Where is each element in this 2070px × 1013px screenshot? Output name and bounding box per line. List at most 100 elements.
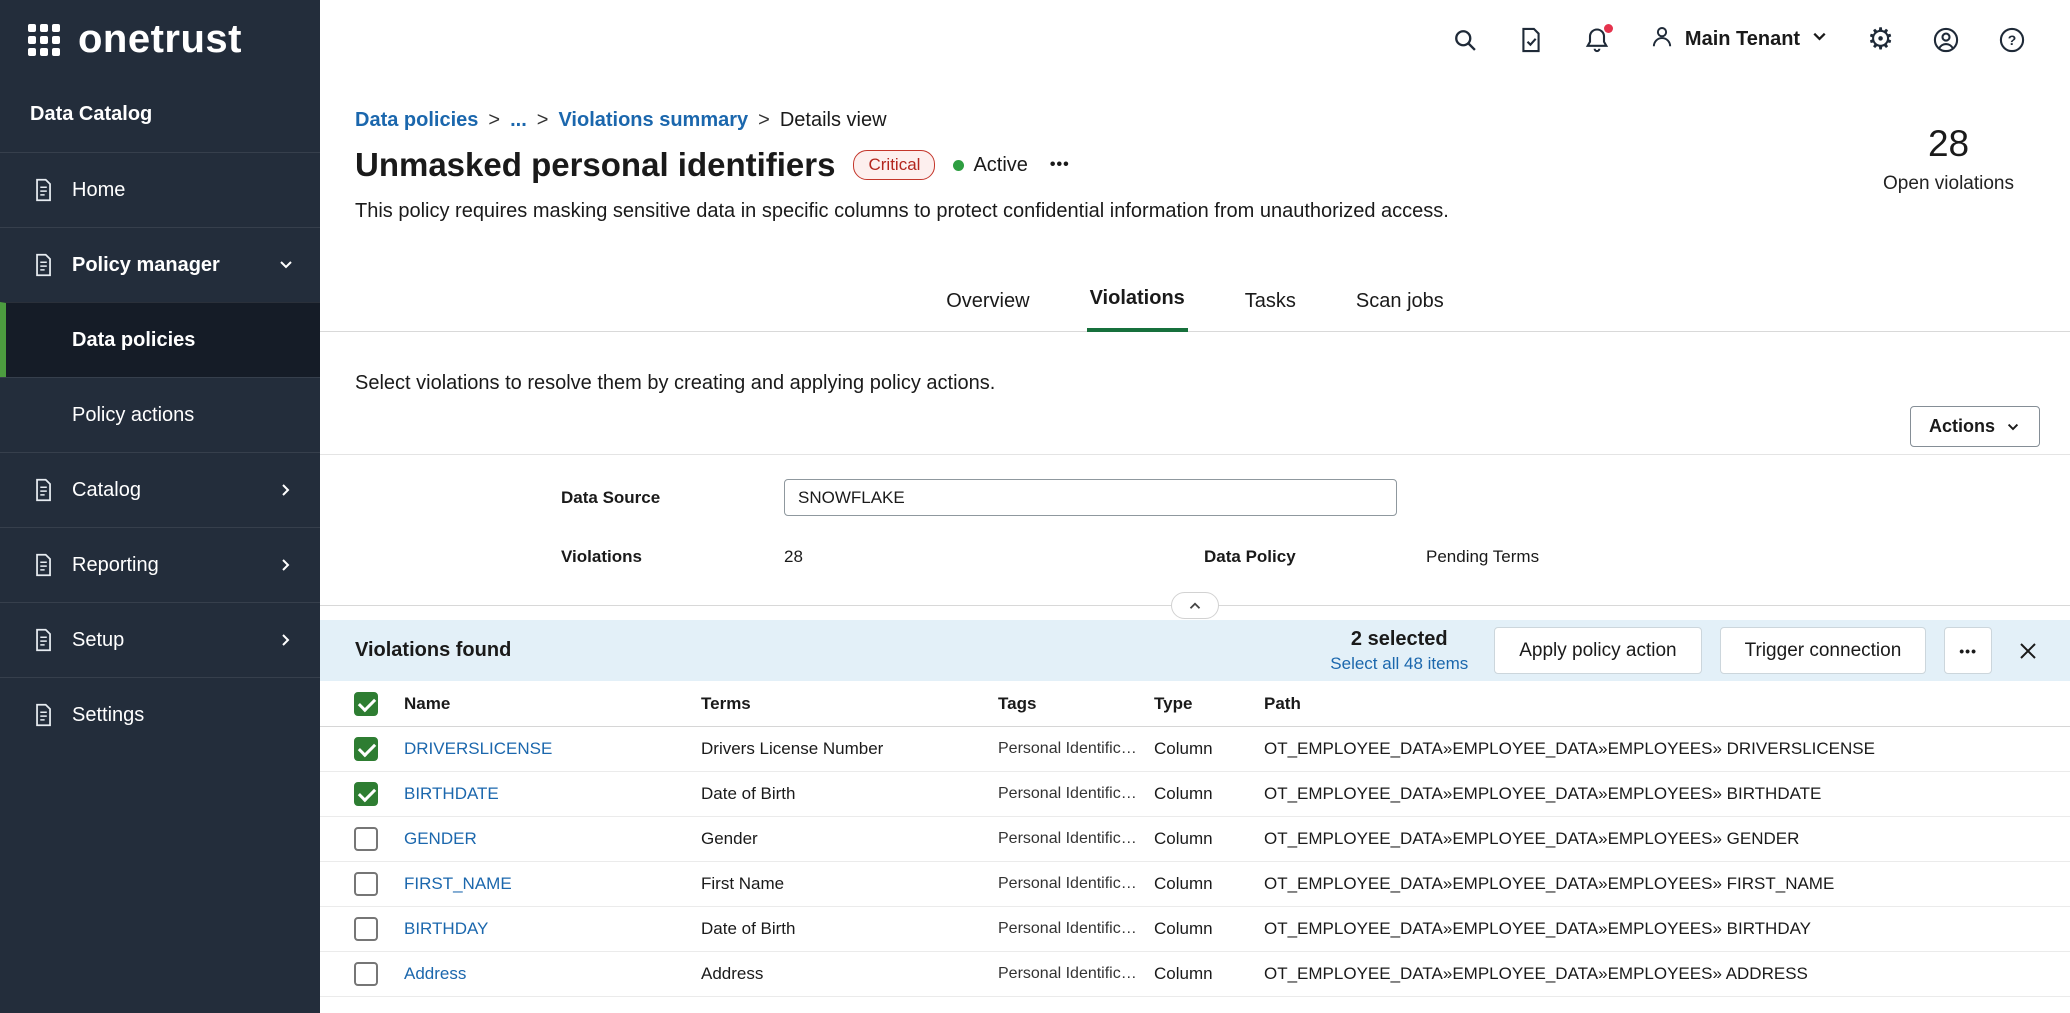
sidebar-item-label: Reporting bbox=[72, 554, 159, 577]
chevron-down-icon bbox=[2005, 419, 2021, 435]
row-checkbox[interactable] bbox=[354, 737, 378, 761]
page-title: Unmasked personal identifiers bbox=[355, 146, 835, 184]
tab-bar: Overview Violations Tasks Scan jobs bbox=[320, 223, 2070, 332]
product-label: Data Catalog bbox=[0, 79, 320, 152]
actions-row: Select violations to resolve them by cre… bbox=[320, 332, 2070, 454]
data-source-input[interactable] bbox=[784, 479, 1397, 516]
account-icon[interactable] bbox=[1932, 26, 1960, 54]
sidebar-item-label: Data policies bbox=[72, 329, 195, 352]
path-cell: OT_EMPLOYEE_DATA»EMPLOYEE_DATA»EMPLOYEES… bbox=[1264, 829, 2070, 849]
gear-icon[interactable]: ⚙ bbox=[1867, 25, 1894, 55]
select-all-checkbox[interactable] bbox=[354, 692, 378, 716]
sidebar-item-catalog[interactable]: Catalog bbox=[0, 452, 320, 527]
table-row: BIRTHDAY Date of Birth Personal Identifi… bbox=[320, 907, 2070, 952]
collapse-filters-button[interactable] bbox=[1171, 592, 1219, 619]
status-indicator: Active bbox=[953, 154, 1027, 177]
breadcrumb: Data policies > ... > Violations summary… bbox=[355, 109, 1449, 132]
breadcrumb-data-policies[interactable]: Data policies bbox=[355, 109, 478, 132]
tab-tasks[interactable]: Tasks bbox=[1242, 290, 1299, 331]
tab-scan-jobs[interactable]: Scan jobs bbox=[1353, 290, 1447, 331]
row-checkbox[interactable] bbox=[354, 872, 378, 896]
policy-description: This policy requires masking sensitive d… bbox=[355, 200, 1449, 223]
breadcrumb-separator: > bbox=[488, 109, 500, 132]
trigger-connection-button[interactable]: Trigger connection bbox=[1720, 627, 1927, 674]
actions-button[interactable]: Actions bbox=[1910, 406, 2040, 447]
tags-cell: Personal Identificat... bbox=[998, 740, 1154, 758]
table-row: DRIVERSLICENSE Drivers License Number Pe… bbox=[320, 727, 2070, 772]
chevron-down-icon bbox=[276, 255, 296, 275]
document-check-icon[interactable] bbox=[1517, 26, 1545, 54]
main-area: Main Tenant ⚙ ? Data policies > ... > bbox=[320, 0, 2070, 1013]
breadcrumb-violations-summary[interactable]: Violations summary bbox=[558, 109, 748, 132]
tags-cell: Personal Identificat... bbox=[998, 965, 1154, 983]
notifications-bell-icon[interactable] bbox=[1583, 26, 1611, 54]
breadcrumb-collapsed[interactable]: ... bbox=[510, 109, 527, 132]
sidebar-item-data-policies[interactable]: Data policies bbox=[0, 302, 320, 377]
selection-summary: 2 selected Select all 48 items bbox=[1330, 628, 1468, 674]
table-header-row: Name Terms Tags Type Path bbox=[320, 681, 2070, 727]
row-checkbox[interactable] bbox=[354, 782, 378, 806]
terms-cell: Drivers License Number bbox=[701, 739, 998, 759]
row-checkbox[interactable] bbox=[354, 962, 378, 986]
sidebar-item-settings[interactable]: Settings bbox=[0, 677, 320, 752]
tenant-label: Main Tenant bbox=[1685, 28, 1800, 51]
chevron-up-icon bbox=[1186, 597, 1204, 615]
violations-found-title: Violations found bbox=[355, 639, 511, 662]
close-icon[interactable] bbox=[2016, 639, 2040, 663]
violation-name-link[interactable]: DRIVERSLICENSE bbox=[404, 739, 552, 758]
sidebar-item-setup[interactable]: Setup bbox=[0, 602, 320, 677]
violation-name-link[interactable]: BIRTHDATE bbox=[404, 784, 499, 803]
page-header: Data policies > ... > Violations summary… bbox=[320, 79, 2070, 223]
violation-name-link[interactable]: FIRST_NAME bbox=[404, 874, 512, 893]
tenant-selector[interactable]: Main Tenant bbox=[1649, 24, 1829, 56]
table-row: FIRST_NAME First Name Personal Identific… bbox=[320, 862, 2070, 907]
type-cell: Column bbox=[1154, 829, 1264, 849]
open-violations-label: Open violations bbox=[1883, 173, 2014, 195]
row-checkbox[interactable] bbox=[354, 827, 378, 851]
breadcrumb-current: Details view bbox=[780, 109, 887, 132]
sidebar-item-policy-manager[interactable]: Policy manager bbox=[0, 227, 320, 302]
document-icon bbox=[30, 627, 56, 653]
toolbar-overflow-button[interactable]: ••• bbox=[1944, 627, 1992, 674]
search-icon[interactable] bbox=[1451, 26, 1479, 54]
path-cell: OT_EMPLOYEE_DATA»EMPLOYEE_DATA»EMPLOYEES… bbox=[1264, 919, 2070, 939]
type-cell: Column bbox=[1154, 784, 1264, 804]
table-body: DRIVERSLICENSE Drivers License Number Pe… bbox=[320, 727, 2070, 997]
sidebar-item-label: Setup bbox=[72, 629, 124, 652]
help-icon[interactable]: ? bbox=[1998, 26, 2026, 54]
select-all-link[interactable]: Select all 48 items bbox=[1330, 654, 1468, 674]
sidebar-nav: Home Policy manager Data policies Policy… bbox=[0, 152, 320, 752]
tags-cell: Personal Identificat... bbox=[998, 785, 1154, 803]
violation-name-link[interactable]: BIRTHDAY bbox=[404, 919, 488, 938]
type-cell: Column bbox=[1154, 919, 1264, 939]
app-window: onetrust Data Catalog Home Policy manage… bbox=[0, 0, 2070, 1013]
severity-badge: Critical bbox=[853, 150, 935, 180]
active-status-dot bbox=[953, 160, 964, 171]
document-icon bbox=[30, 477, 56, 503]
overflow-menu-icon[interactable]: ••• bbox=[1046, 156, 1074, 174]
column-header-path: Path bbox=[1264, 694, 2070, 714]
tab-overview[interactable]: Overview bbox=[943, 290, 1032, 331]
breadcrumb-separator: > bbox=[758, 109, 770, 132]
sidebar-item-home[interactable]: Home bbox=[0, 152, 320, 227]
sidebar-item-label: Policy actions bbox=[72, 404, 194, 427]
instruction-text: Select violations to resolve them by cre… bbox=[355, 372, 995, 395]
document-icon bbox=[30, 252, 56, 278]
sidebar-item-reporting[interactable]: Reporting bbox=[0, 527, 320, 602]
open-violations-stat: 28 Open violations bbox=[1883, 109, 2014, 223]
table-row: BIRTHDATE Date of Birth Personal Identif… bbox=[320, 772, 2070, 817]
sidebar-item-label: Home bbox=[72, 179, 125, 202]
path-cell: OT_EMPLOYEE_DATA»EMPLOYEE_DATA»EMPLOYEES… bbox=[1264, 964, 2070, 984]
violation-name-link[interactable]: Address bbox=[404, 964, 466, 983]
open-violations-count: 28 bbox=[1883, 123, 2014, 165]
grid-logo-icon bbox=[28, 24, 60, 56]
sidebar-item-policy-actions[interactable]: Policy actions bbox=[0, 377, 320, 452]
row-checkbox[interactable] bbox=[354, 917, 378, 941]
column-header-name: Name bbox=[404, 694, 701, 714]
tab-violations[interactable]: Violations bbox=[1087, 287, 1188, 332]
onetrust-logo[interactable]: onetrust bbox=[0, 0, 320, 79]
apply-policy-action-button[interactable]: Apply policy action bbox=[1494, 627, 1701, 674]
path-cell: OT_EMPLOYEE_DATA»EMPLOYEE_DATA»EMPLOYEES… bbox=[1264, 784, 2070, 804]
terms-cell: Date of Birth bbox=[701, 919, 998, 939]
violation-name-link[interactable]: GENDER bbox=[404, 829, 477, 848]
